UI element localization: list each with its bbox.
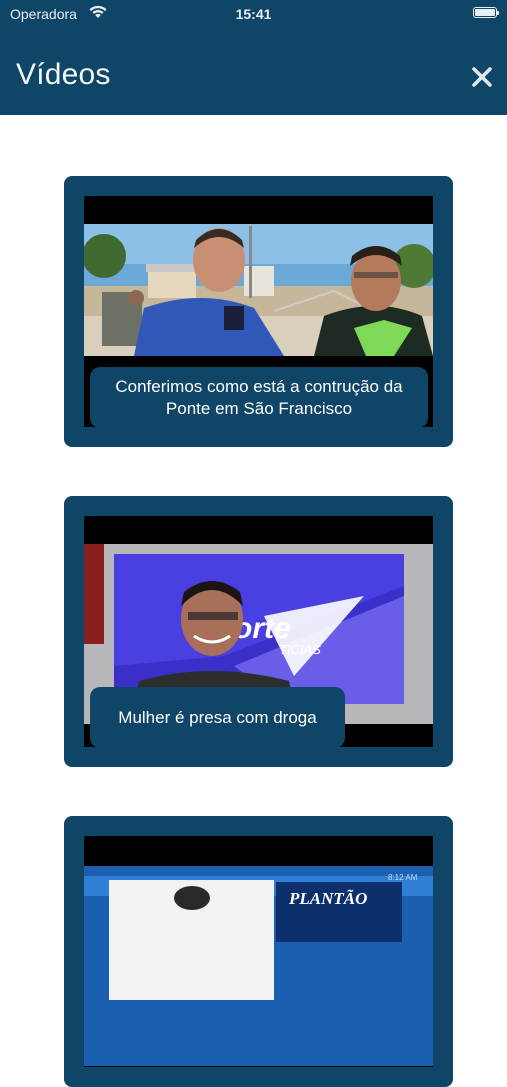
video-caption: Conferimos como está a contrução da Pont… (90, 367, 428, 427)
video-thumbnail[interactable]: Conferimos como está a contrução da Pont… (84, 196, 433, 427)
page-title: Vídeos (16, 58, 111, 91)
status-bar: Operadora 15:41 (0, 0, 507, 30)
video-card[interactable]: Conferimos como está a contrução da Pont… (64, 176, 453, 447)
close-icon[interactable] (471, 66, 493, 88)
thumb-banner-text: PLANTÃO (288, 889, 367, 908)
thumb-time-text: 8:12 AM (388, 873, 418, 882)
video-caption: Mulher é presa com droga (90, 687, 345, 747)
video-thumbnail[interactable]: PLANTÃO 8:12 AM (84, 836, 433, 1067)
video-frame-image: PLANTÃO 8:12 AM (84, 836, 433, 1067)
video-thumbnail[interactable]: orte TICIAS Mulher é presa com droga (84, 516, 433, 747)
clock: 15:41 (235, 6, 272, 22)
video-card[interactable]: orte TICIAS Mulher é presa com droga (64, 496, 453, 767)
battery-icon (473, 7, 499, 18)
thumb-logo-subtext: TICIAS (279, 642, 321, 657)
app-header: Operadora 15:41 Vídeos (0, 0, 507, 115)
video-card[interactable]: PLANTÃO 8:12 AM (64, 816, 453, 1087)
